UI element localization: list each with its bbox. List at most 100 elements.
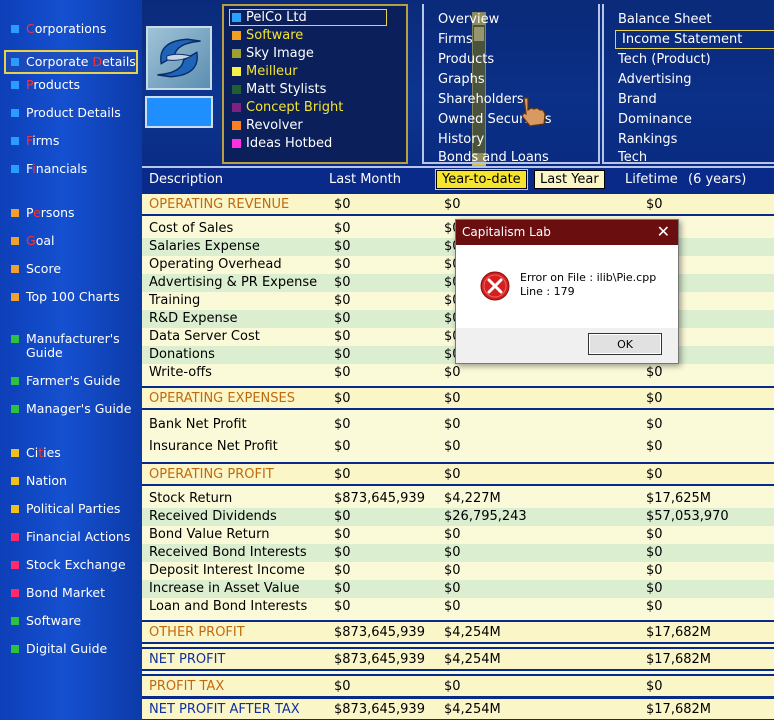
close-icon[interactable]: ✕ <box>657 222 670 241</box>
tab-year-to-date[interactable]: Year-to-date <box>436 170 527 189</box>
table-section-row[interactable]: PROFIT TAX $0 $0 $0 <box>142 674 774 698</box>
sidebar-item-manufacturer-s-guide[interactable]: Manufacturer's Guide <box>0 332 142 360</box>
table-row[interactable]: Deposit Interest Income $0 $0 $0 <box>142 562 774 580</box>
menu-item-dominance[interactable]: Dominance <box>618 112 692 127</box>
ok-button[interactable]: OK <box>588 333 662 355</box>
bullet-square-icon <box>11 405 19 413</box>
menu-item-brand[interactable]: Brand <box>618 92 657 107</box>
menu-item-advertising[interactable]: Advertising <box>618 72 692 87</box>
sidebar-item-label: Software <box>26 613 82 628</box>
company-item[interactable]: Concept Bright <box>232 100 343 115</box>
table-row[interactable]: Stock Return $873,645,939 $4,227M $17,625M <box>142 490 774 508</box>
table-row[interactable]: Bank Net Profit $0 $0 $0 <box>142 416 774 434</box>
cell-year-to-date: $4,227M <box>444 491 501 506</box>
cell-lifetime: $0 <box>646 467 663 482</box>
sidebar-item-score[interactable]: Score <box>0 262 142 276</box>
sidebar-item-financials[interactable]: Financials <box>0 162 142 176</box>
menu-item-tech[interactable]: Tech <box>618 150 647 165</box>
sidebar-item-products[interactable]: Products <box>0 78 142 92</box>
sidebar-item-corporate-details[interactable]: Corporate Details <box>4 50 138 74</box>
sidebar-item-political-parties[interactable]: Political Parties <box>0 502 142 516</box>
cell-year-to-date: $4,254M <box>444 702 501 717</box>
table-row[interactable]: Loan and Bond Interests $0 $0 $0 <box>142 598 774 616</box>
table-row[interactable]: Received Bond Interests $0 $0 $0 <box>142 544 774 562</box>
company-color-swatch[interactable] <box>145 96 213 128</box>
table-section-row[interactable]: NET PROFIT $873,645,939 $4,254M $17,682M <box>142 647 774 671</box>
cell-year-to-date: $0 <box>444 581 461 596</box>
cell-lifetime: $0 <box>646 527 663 542</box>
sidebar-item-financial-actions[interactable]: Financial Actions <box>0 530 142 544</box>
menu-right: Balance Sheet Income Statement Tech (Produ… <box>602 4 774 165</box>
cell-description: Insurance Net Profit <box>149 439 278 454</box>
top-panel: PelCo Ltd Software Sky Image Meilleur Matt S… <box>142 0 774 166</box>
bullet-square-icon <box>11 645 19 653</box>
company-item[interactable]: PelCo Ltd <box>229 9 387 26</box>
sidebar-item-digital-guide[interactable]: Digital Guide <box>0 642 142 656</box>
company-name: Sky Image <box>246 46 314 61</box>
company-color-icon <box>232 139 241 148</box>
cell-description: Bank Net Profit <box>149 417 247 432</box>
sidebar-item-label: Firms <box>26 133 60 148</box>
company-item[interactable]: Sky Image <box>232 46 314 61</box>
company-item[interactable]: Meilleur <box>232 64 298 79</box>
company-item[interactable]: Ideas Hotbed <box>232 136 332 151</box>
menu-item-tech-product-[interactable]: Tech (Product) <box>618 52 711 67</box>
company-color-icon <box>232 103 241 112</box>
sidebar-item-label: Cities <box>26 445 61 460</box>
table-section-row[interactable]: OPERATING REVENUE $0 $0 $0 <box>142 192 774 216</box>
company-item[interactable]: Matt Stylists <box>232 82 326 97</box>
sidebar-item-nation[interactable]: Nation <box>0 474 142 488</box>
sidebar-item-firms[interactable]: Firms <box>0 134 142 148</box>
sidebar-item-farmer-s-guide[interactable]: Farmer's Guide <box>0 374 142 388</box>
col-description: Description <box>149 172 224 187</box>
sidebar-item-bond-market[interactable]: Bond Market <box>0 586 142 600</box>
sidebar-item-manager-s-guide[interactable]: Manager's Guide <box>0 402 142 416</box>
table-row[interactable]: Increase in Asset Value $0 $0 $0 <box>142 580 774 598</box>
menu-item-firms[interactable]: Firms <box>438 32 473 47</box>
table-section-row[interactable]: NET PROFIT AFTER TAX $873,645,939 $4,254M $… <box>142 697 774 720</box>
table-row[interactable]: Write-offs $0 $0 $0 <box>142 364 774 382</box>
cell-last-month: $0 <box>334 275 351 290</box>
cell-lifetime: $17,682M <box>646 702 711 717</box>
menu-item-graphs[interactable]: Graphs <box>438 72 485 87</box>
menu-item-history[interactable]: History <box>438 132 484 147</box>
table-row[interactable]: Received Dividends $0 $26,795,243 $57,053,9… <box>142 508 774 526</box>
table-section-row[interactable]: OPERATING EXPENSES $0 $0 $0 <box>142 386 774 410</box>
cell-year-to-date: $0 <box>444 545 461 560</box>
sidebar-item-top-100-charts[interactable]: Top 100 Charts <box>0 290 142 304</box>
bullet-square-icon <box>11 505 19 513</box>
menu-item-income-statement[interactable]: Income Statement <box>615 30 774 49</box>
company-item[interactable]: Software <box>232 28 303 43</box>
sidebar-item-product-details[interactable]: Product Details <box>0 106 142 120</box>
menu-item-shareholders[interactable]: Shareholders <box>438 92 524 107</box>
sidebar-item-corporations[interactable]: Corporations <box>0 22 142 36</box>
cell-last-month: $0 <box>334 509 351 524</box>
table-row[interactable]: Insurance Net Profit $0 $0 $0 <box>142 438 774 456</box>
cell-last-month: $873,645,939 <box>334 491 425 506</box>
sidebar-item-goal[interactable]: Goal <box>0 234 142 248</box>
cell-description: Received Dividends <box>149 509 277 524</box>
menu-item-balance-sheet[interactable]: Balance Sheet <box>618 12 712 27</box>
company-item[interactable]: Revolver <box>232 118 303 133</box>
company-color-icon <box>232 85 241 94</box>
menu-item-rankings[interactable]: Rankings <box>618 132 677 147</box>
sidebar-item-cities[interactable]: Cities <box>0 446 142 460</box>
table-section-row[interactable]: OTHER PROFIT $873,645,939 $4,254M $17,682M <box>142 620 774 644</box>
company-name: Concept Bright <box>246 100 344 115</box>
cell-year-to-date: $26,795,243 <box>444 509 527 524</box>
table-row[interactable]: Bond Value Return $0 $0 $0 <box>142 526 774 544</box>
bullet-square-icon <box>11 561 19 569</box>
cell-last-month: $0 <box>334 347 351 362</box>
table-section-row[interactable]: OPERATING PROFIT $0 $0 $0 <box>142 462 774 486</box>
sidebar-item-software[interactable]: Software <box>0 614 142 628</box>
sidebar-item-stock-exchange[interactable]: Stock Exchange <box>0 558 142 572</box>
sidebar-item-label: Manufacturer's Guide <box>26 331 120 360</box>
cell-description: Increase in Asset Value <box>149 581 300 596</box>
menu-item-overview[interactable]: Overview <box>438 12 499 27</box>
tab-last-year[interactable]: Last Year <box>534 170 605 189</box>
menu-item-bonds-and-loans[interactable]: Bonds and Loans <box>438 150 549 165</box>
sidebar-item-persons[interactable]: Persons <box>0 206 142 220</box>
cell-last-month: $0 <box>334 239 351 254</box>
menu-item-products[interactable]: Products <box>438 52 494 67</box>
cell-last-month: $873,645,939 <box>334 702 425 717</box>
